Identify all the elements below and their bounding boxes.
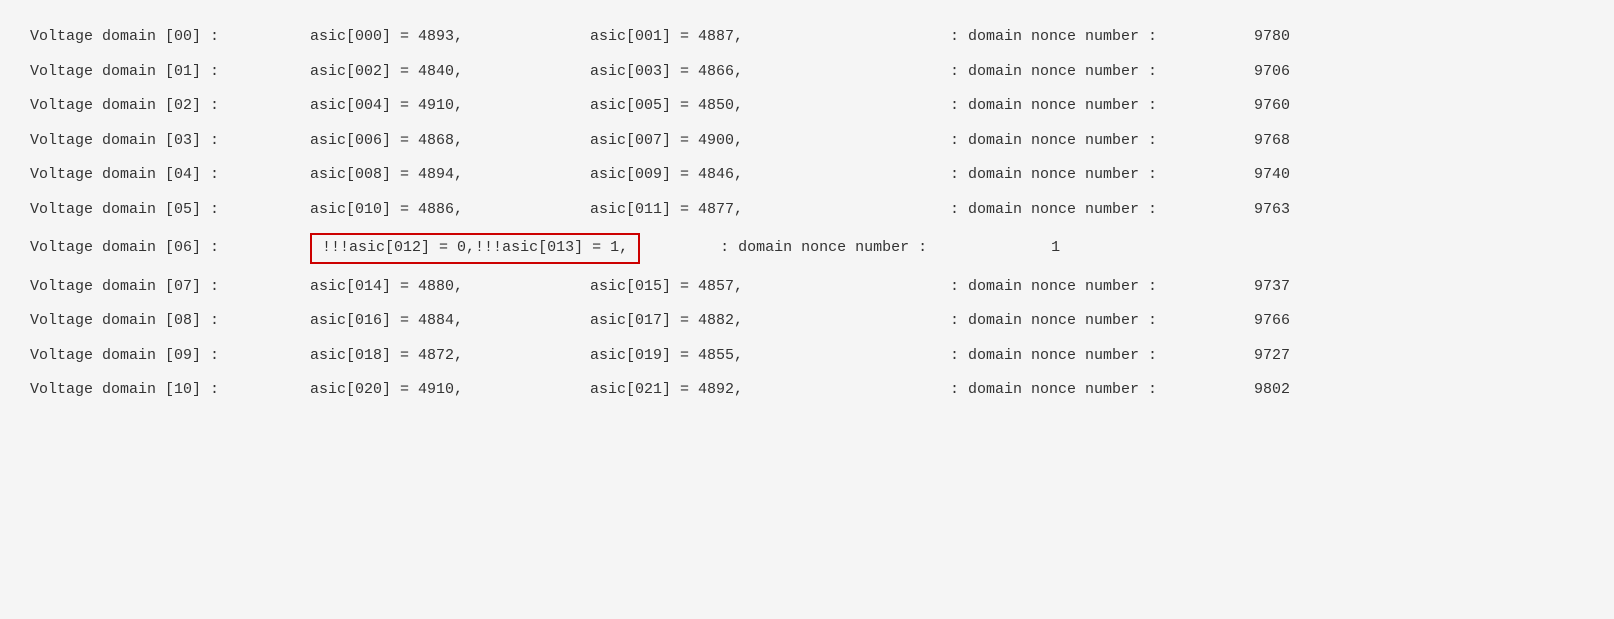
asic1-value: asic[010] = 4886, (310, 199, 590, 222)
asic1-value: asic[002] = 4840, (310, 61, 590, 84)
nonce-label: : domain nonce number : (950, 164, 1210, 187)
nonce-label: : domain nonce number : (950, 199, 1210, 222)
asic2-value: asic[017] = 4882, (590, 310, 870, 333)
asic1-value: asic[020] = 4910, (310, 379, 590, 402)
nonce-value: 9802 (1210, 379, 1290, 402)
domain-label: Voltage domain [09] : (30, 345, 310, 368)
nonce-label: : domain nonce number : (950, 95, 1210, 118)
table-row: Voltage domain [03] : asic[006] = 4868, … (30, 124, 1584, 159)
table-row: Voltage domain [07] : asic[014] = 4880, … (30, 270, 1584, 305)
domain-label: Voltage domain [04] : (30, 164, 310, 187)
nonce-label: : domain nonce number : (950, 310, 1210, 333)
asic1-value: asic[006] = 4868, (310, 130, 590, 153)
nonce-value: 9727 (1210, 345, 1290, 368)
domain-label: Voltage domain [06] : (30, 237, 310, 260)
nonce-value: 9760 (1210, 95, 1290, 118)
nonce-value: 9763 (1210, 199, 1290, 222)
domain-label: Voltage domain [01] : (30, 61, 310, 84)
domain-label: Voltage domain [08] : (30, 310, 310, 333)
table-row: Voltage domain [08] : asic[016] = 4884, … (30, 304, 1584, 339)
domain-label: Voltage domain [00] : (30, 26, 310, 49)
asic2-prefix: !!! (475, 237, 502, 260)
nonce-value: 9737 (1210, 276, 1290, 299)
asic2-value: asic[015] = 4857, (590, 276, 870, 299)
nonce-label: : domain nonce number : (720, 237, 980, 260)
asic2-value: asic[021] = 4892, (590, 379, 870, 402)
asic1-prefix: !!! (322, 237, 349, 260)
domain-label: Voltage domain [02] : (30, 95, 310, 118)
asic2-value: asic[009] = 4846, (590, 164, 870, 187)
nonce-value: 9740 (1210, 164, 1290, 187)
nonce-label: : domain nonce number : (950, 26, 1210, 49)
nonce-label: : domain nonce number : (950, 345, 1210, 368)
nonce-value: 9768 (1210, 130, 1290, 153)
asic2-value: asic[013] = 1, (502, 237, 628, 260)
nonce-value: 9780 (1210, 26, 1290, 49)
nonce-value: 1 (980, 237, 1060, 260)
asic2-value: asic[011] = 4877, (590, 199, 870, 222)
nonce-label: : domain nonce number : (950, 61, 1210, 84)
table-row: Voltage domain [05] : asic[010] = 4886, … (30, 193, 1584, 228)
asic1-value: asic[016] = 4884, (310, 310, 590, 333)
asic1-value: asic[004] = 4910, (310, 95, 590, 118)
asic1-value: asic[008] = 4894, (310, 164, 590, 187)
table-row: Voltage domain [00] : asic[000] = 4893, … (30, 20, 1584, 55)
table-row: Voltage domain [06] : !!! asic[012] = 0,… (30, 227, 1584, 270)
nonce-label: : domain nonce number : (950, 379, 1210, 402)
nonce-label: : domain nonce number : (950, 130, 1210, 153)
asic1-value: asic[000] = 4893, (310, 26, 590, 49)
domain-label: Voltage domain [07] : (30, 276, 310, 299)
nonce-value: 9766 (1210, 310, 1290, 333)
nonce-label: : domain nonce number : (950, 276, 1210, 299)
asic2-value: asic[003] = 4866, (590, 61, 870, 84)
asic2-value: asic[007] = 4900, (590, 130, 870, 153)
asic1-value: asic[012] = 0, (349, 237, 475, 260)
asic1-value: asic[014] = 4880, (310, 276, 590, 299)
domain-label: Voltage domain [05] : (30, 199, 310, 222)
table-row: Voltage domain [04] : asic[008] = 4894, … (30, 158, 1584, 193)
asic2-value: asic[005] = 4850, (590, 95, 870, 118)
asic2-value: asic[019] = 4855, (590, 345, 870, 368)
asic1-value: asic[018] = 4872, (310, 345, 590, 368)
nonce-value: 9706 (1210, 61, 1290, 84)
table-row: Voltage domain [09] : asic[018] = 4872, … (30, 339, 1584, 374)
log-container: Voltage domain [00] : asic[000] = 4893, … (30, 20, 1584, 408)
table-row: Voltage domain [01] : asic[002] = 4840, … (30, 55, 1584, 90)
domain-label: Voltage domain [10] : (30, 379, 310, 402)
domain-label: Voltage domain [03] : (30, 130, 310, 153)
table-row: Voltage domain [02] : asic[004] = 4910, … (30, 89, 1584, 124)
table-row: Voltage domain [10] : asic[020] = 4910, … (30, 373, 1584, 408)
asic2-value: asic[001] = 4887, (590, 26, 870, 49)
